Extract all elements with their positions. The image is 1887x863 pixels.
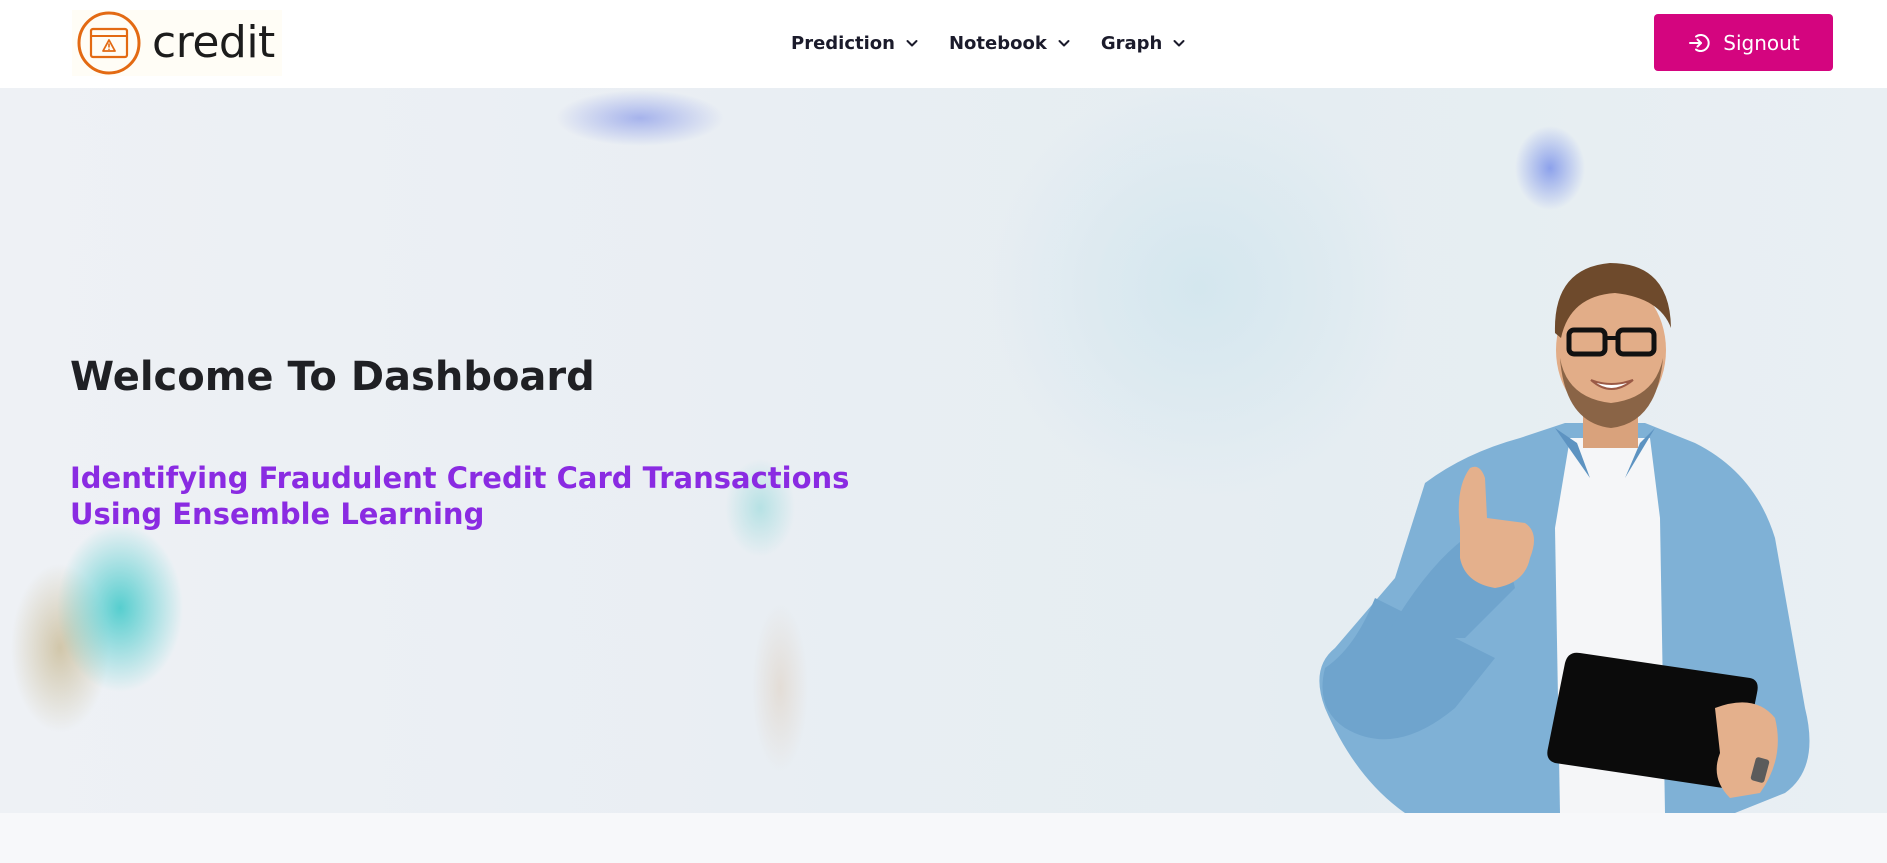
brand-name: credit xyxy=(152,17,275,68)
signout-label: Signout xyxy=(1723,30,1800,55)
chevron-down-icon xyxy=(1173,40,1185,47)
credit-card-alert-icon xyxy=(77,11,141,75)
page-title: Welcome To Dashboard xyxy=(70,354,595,400)
chevron-down-icon xyxy=(1058,40,1070,47)
hero-banner: Welcome To Dashboard Identifying Fraudul… xyxy=(0,88,1887,813)
page-subtitle: Identifying Fraudulent Credit Card Trans… xyxy=(70,461,850,531)
sign-in-icon xyxy=(1689,33,1710,52)
menu-prediction-label: Prediction xyxy=(791,32,895,54)
top-navbar: credit Prediction Notebook Graph Signout xyxy=(0,0,1887,88)
brand-logo[interactable]: credit xyxy=(72,10,282,76)
menu-prediction[interactable]: Prediction xyxy=(791,33,919,54)
menu-notebook-label: Notebook xyxy=(948,32,1047,54)
main-menu: Prediction Notebook Graph xyxy=(791,26,1186,60)
menu-notebook[interactable]: Notebook xyxy=(949,33,1071,54)
chevron-down-icon xyxy=(906,40,918,47)
smiling-man-with-tablet-image xyxy=(1319,263,1810,813)
signout-button[interactable]: Signout xyxy=(1654,14,1833,71)
menu-graph-label: Graph xyxy=(1100,32,1163,54)
footer-strip xyxy=(0,813,1887,863)
menu-graph[interactable]: Graph xyxy=(1101,33,1187,54)
